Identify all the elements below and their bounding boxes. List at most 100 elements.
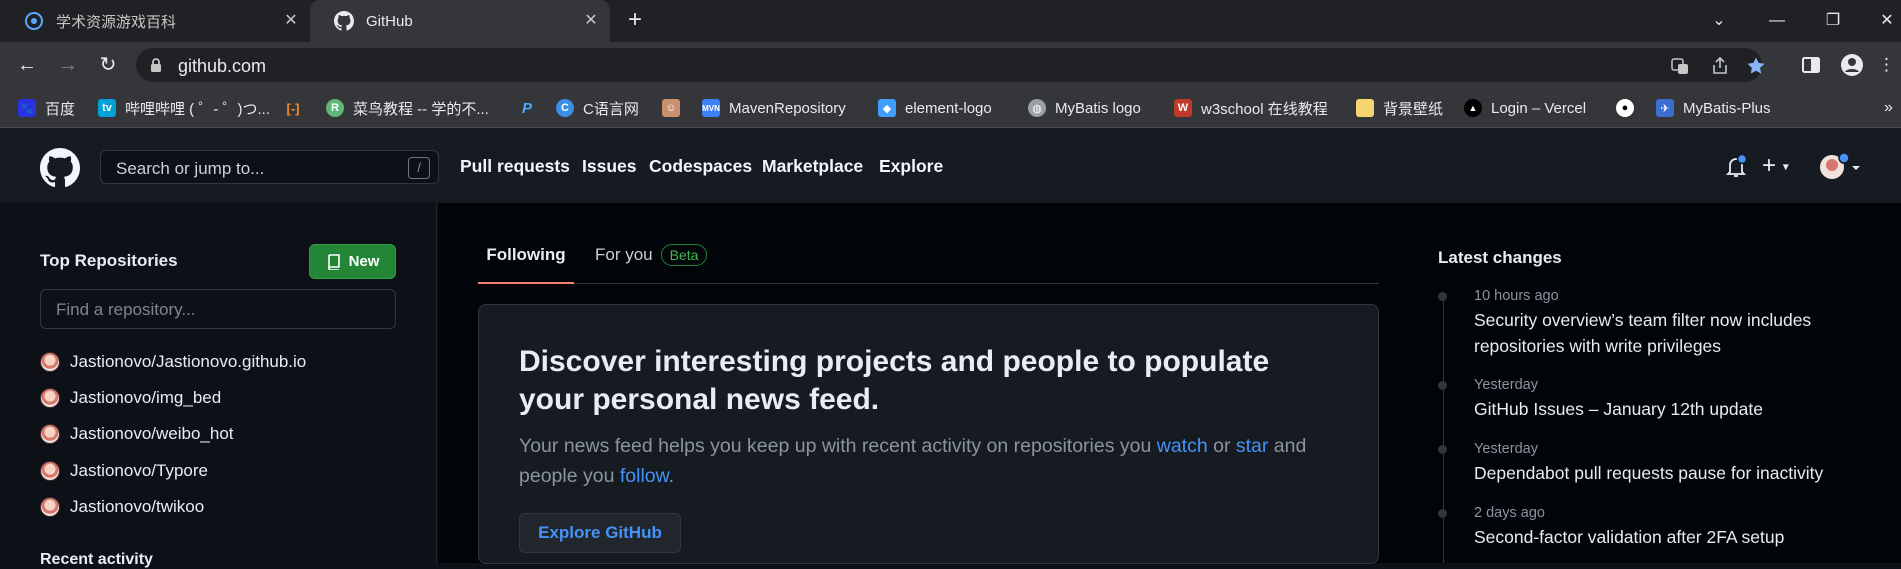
bookmark-baidu[interactable]: 🐾 百度: [18, 96, 75, 120]
bookmark-runoob[interactable]: R 菜鸟教程 -- 学的不...: [326, 96, 489, 120]
minimize-icon[interactable]: —: [1762, 8, 1792, 34]
close-window-icon[interactable]: ✕: [1872, 8, 1901, 34]
bookmark-bilibili[interactable]: tv 哔哩哔哩 ( ゜- ゜)つ...: [98, 96, 270, 120]
new-repo-button[interactable]: New: [309, 244, 396, 279]
change-title[interactable]: Second-factor validation after 2FA setup: [1474, 524, 1874, 550]
bookmark-c-lang[interactable]: C C语言网: [556, 96, 639, 120]
back-icon[interactable]: ←: [13, 51, 41, 79]
browser-toolbar: ← → ↻ github.com ⋮: [0, 42, 1901, 88]
tab-close-icon[interactable]: ✕: [582, 12, 600, 30]
url-text: github.com: [178, 56, 267, 76]
w3school-icon: W: [1174, 99, 1192, 117]
bookmark-avatar[interactable]: ☺: [662, 96, 689, 120]
bookmark-label: Login – Vercel: [1491, 99, 1587, 117]
timeline-dot: [1438, 509, 1447, 518]
translate-icon[interactable]: [1670, 56, 1690, 76]
notifications-bell-icon[interactable]: [1724, 154, 1748, 180]
bookmark-label: 菜鸟教程 -- 学的不...: [353, 100, 489, 118]
github-logo-icon[interactable]: [40, 148, 80, 188]
github-favicon-icon: [334, 11, 354, 31]
side-panel-icon[interactable]: [1797, 51, 1825, 79]
star-link[interactable]: star: [1236, 435, 1269, 457]
bookmark-label: w3school 在线教程: [1201, 100, 1328, 118]
repo-link[interactable]: Jastionovo/Typore: [40, 460, 208, 482]
browser-tab-2[interactable]: GitHub ✕: [310, 0, 610, 42]
address-bar[interactable]: github.com: [136, 48, 1765, 82]
nav-issues[interactable]: Issues: [582, 156, 636, 177]
browser-tab-1[interactable]: 学术资源游戏百科 ✕: [0, 0, 310, 42]
tab-search-icon[interactable]: ⌄: [1704, 8, 1734, 34]
bilibili-icon: tv: [98, 99, 116, 117]
baidu-icon: 🐾: [18, 99, 36, 117]
restore-icon[interactable]: ❐: [1818, 8, 1848, 34]
search-input[interactable]: Search or jump to... /: [100, 150, 439, 184]
repo-link[interactable]: Jastionovo/weibo_hot: [40, 423, 234, 445]
bookmark-p[interactable]: P: [518, 96, 545, 120]
find-repository-input[interactable]: Find a repository...: [40, 289, 396, 329]
repo-link[interactable]: Jastionovo/img_bed: [40, 387, 221, 409]
change-time: Yesterday: [1474, 377, 1538, 393]
bookmark-wallpaper-folder[interactable]: 背景壁纸: [1356, 96, 1443, 120]
bookmark-w3school[interactable]: W w3school 在线教程: [1174, 96, 1328, 120]
follow-link[interactable]: follow: [620, 465, 669, 487]
maven-icon: MVN: [702, 99, 720, 117]
bookmark-label: element-logo: [905, 99, 992, 117]
bookmark-star-icon[interactable]: [1746, 56, 1766, 76]
owner-avatar: [40, 461, 60, 481]
feed-tabs: Following For you Beta: [478, 232, 1379, 284]
nav-codespaces[interactable]: Codespaces: [649, 156, 752, 177]
bookmark-element[interactable]: ◆ element-logo: [878, 96, 992, 120]
profile-icon[interactable]: [1838, 51, 1866, 79]
beta-badge: Beta: [660, 244, 708, 266]
user-avatar[interactable]: [1818, 152, 1862, 182]
change-item[interactable]: 2 days ago Second-factor validation afte…: [1438, 505, 1874, 550]
bookmarks-overflow-icon[interactable]: »: [1884, 96, 1893, 120]
tab-title: GitHub: [366, 12, 413, 30]
bookmark-mybatis-plus[interactable]: ✈ MyBatis-Plus: [1656, 96, 1771, 120]
change-item[interactable]: Yesterday Dependabot pull requests pause…: [1438, 441, 1874, 486]
github-icon: ●: [1616, 99, 1634, 117]
timeline-dot: [1438, 445, 1447, 454]
changes-timeline-line: [1443, 293, 1444, 563]
timeline-dot: [1438, 381, 1447, 390]
explore-github-button[interactable]: Explore GitHub: [519, 513, 681, 553]
bookmark-label: MavenRepository: [729, 99, 846, 117]
create-new-plus-icon[interactable]: + ▾: [1762, 154, 1789, 179]
bookmark-vercel[interactable]: ▲ Login – Vercel: [1464, 96, 1586, 120]
c-icon: C: [556, 99, 574, 117]
bookmark-label: C语言网: [583, 100, 639, 118]
reload-icon[interactable]: ↻: [94, 51, 122, 79]
repo-name: Jastionovo/Typore: [70, 461, 208, 480]
bookmark-code[interactable]: [-]: [284, 96, 311, 120]
forward-icon[interactable]: →: [54, 51, 82, 79]
tab-for-you-label: For you: [595, 245, 653, 264]
repo-link[interactable]: Jastionovo/twikoo: [40, 496, 204, 518]
repo-name: Jastionovo/weibo_hot: [70, 424, 234, 443]
share-icon[interactable]: [1710, 56, 1730, 76]
desc-text: .: [668, 465, 675, 487]
repo-name: Jastionovo/twikoo: [70, 497, 205, 516]
change-title[interactable]: Security overview’s team filter now incl…: [1474, 307, 1874, 359]
bookmark-mybatis[interactable]: ◍ MyBatis logo: [1028, 96, 1141, 120]
bookmark-github[interactable]: ●: [1616, 96, 1643, 120]
repo-link[interactable]: Jastionovo/Jastionovo.github.io: [40, 351, 306, 373]
change-title[interactable]: GitHub Issues – January 12th update: [1474, 396, 1874, 422]
tab-following[interactable]: Following: [478, 244, 574, 284]
tab-for-you[interactable]: For you Beta: [595, 244, 708, 266]
bookmark-maven[interactable]: MVN MavenRepository: [702, 96, 846, 120]
tab-close-icon[interactable]: ✕: [282, 12, 300, 30]
slash-shortcut-hint: /: [408, 157, 430, 179]
change-title[interactable]: Dependabot pull requests pause for inact…: [1474, 460, 1874, 486]
bookmarks-bar: 🐾 百度 tv 哔哩哔哩 ( ゜- ゜)つ... [-] R 菜鸟教程 -- 学…: [0, 88, 1901, 128]
bookmark-label: 哔哩哔哩 ( ゜- ゜)つ...: [125, 100, 270, 118]
change-item[interactable]: Yesterday GitHub Issues – January 12th u…: [1438, 377, 1874, 422]
change-item[interactable]: 10 hours ago Security overview’s team fi…: [1438, 288, 1874, 359]
menu-kebab-icon[interactable]: ⋮: [1878, 51, 1895, 79]
new-tab-icon[interactable]: +: [622, 8, 648, 34]
nav-explore[interactable]: Explore: [879, 156, 943, 177]
bookmark-label: MyBatis-Plus: [1683, 99, 1771, 117]
nav-pull-requests[interactable]: Pull requests: [460, 156, 570, 177]
nav-marketplace[interactable]: Marketplace: [762, 156, 863, 177]
owner-avatar: [40, 388, 60, 408]
watch-link[interactable]: watch: [1157, 435, 1208, 457]
